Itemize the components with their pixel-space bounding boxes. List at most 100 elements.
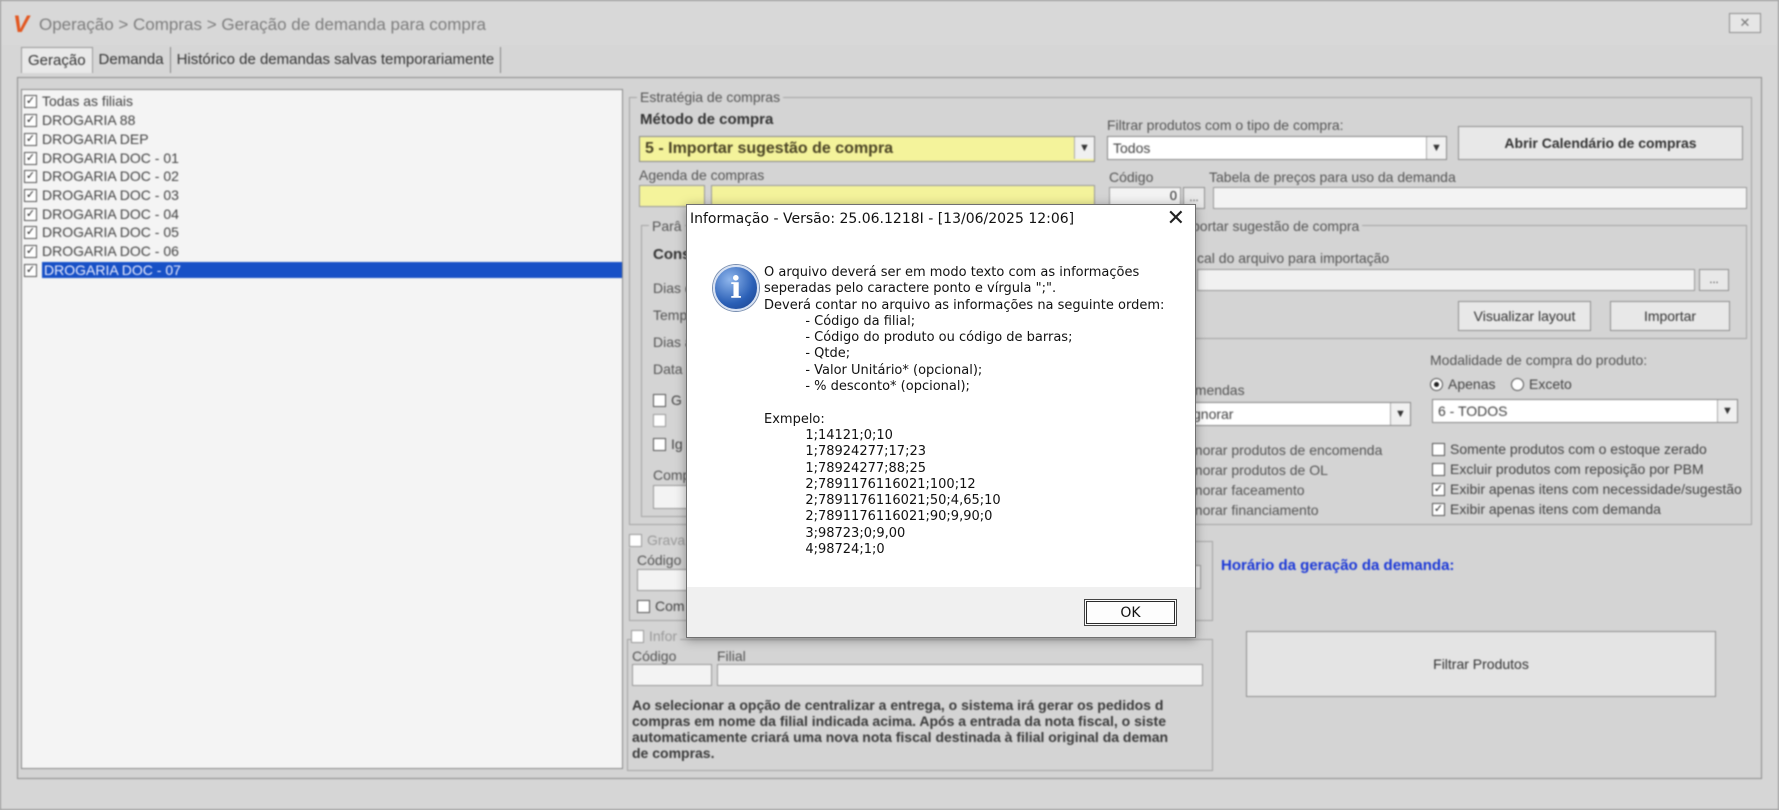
radio-icon[interactable] — [1511, 377, 1524, 391]
save-code-label: Código — [637, 552, 682, 568]
price-table-field[interactable] — [1213, 187, 1747, 209]
orders-check-label[interactable]: gnorar produtos de encomenda — [1187, 442, 1382, 458]
all-branches-checkbox[interactable]: ✓ Todas as filiais — [24, 92, 133, 110]
orders-check-label[interactable]: gnorar financiamento — [1187, 502, 1319, 518]
dialog-title-bar: Informação - Versão: 25.06.1218I - [13/0… — [687, 205, 1195, 235]
params-ig-label: Ig — [671, 436, 683, 452]
filter-label: Filtrar produtos com o tipo de compra: — [1107, 117, 1344, 133]
import-file-field[interactable] — [1197, 269, 1695, 291]
checkbox-icon[interactable]: ✓ — [24, 207, 37, 221]
chevron-down-icon[interactable]: ▼ — [1717, 400, 1737, 422]
checkbox-icon[interactable] — [1432, 442, 1445, 456]
branch-row[interactable]: ✓ DROGARIA DEP — [24, 130, 149, 148]
branch-row[interactable]: ✓ DROGARIA DOC - 03 — [24, 186, 179, 204]
modality-label: Modalidade de compra do produto: — [1430, 352, 1648, 368]
checkbox-icon[interactable]: ✓ — [24, 113, 37, 127]
method-select[interactable]: 5 - Importar sugestão de compra ▼ — [639, 136, 1095, 162]
modality-check[interactable]: Excluir produtos com reposição por PBM — [1432, 461, 1704, 477]
params-group-title: Parâ — [649, 218, 685, 234]
modality-apenas-label: Apenas — [1448, 376, 1496, 392]
central-code-field[interactable] — [632, 664, 712, 686]
params-cons-label: Cons — [653, 246, 691, 263]
branch-row[interactable]: ✓ DROGARIA DOC - 05 — [24, 223, 179, 241]
price-table-label: Tabela de preços para uso da demanda — [1209, 169, 1456, 185]
importar-button[interactable]: Importar — [1610, 301, 1730, 331]
open-calendar-button[interactable]: Abrir Calendário de compras — [1458, 126, 1743, 160]
orders-check-label[interactable]: gnorar faceamento — [1187, 482, 1305, 498]
params-c-checkbox[interactable] — [653, 414, 671, 427]
orders-select[interactable]: gnorar ▼ — [1187, 402, 1411, 426]
checkbox-icon[interactable] — [637, 599, 650, 613]
window-close-button[interactable]: ✕ — [1729, 13, 1761, 33]
import-file-browse-button[interactable]: ... — [1699, 269, 1729, 291]
modality-check-label: Excluir produtos com reposição por PBM — [1450, 461, 1704, 477]
checkbox-icon[interactable]: ✓ — [24, 188, 37, 202]
dialog-message: O arquivo deverá ser em modo texto com a… — [764, 265, 1165, 558]
modality-check[interactable]: ✓ Exibir apenas itens com necessidade/sug… — [1432, 481, 1742, 497]
modality-apenas-radio[interactable]: Apenas — [1430, 376, 1495, 392]
tab-geracao[interactable]: Geração — [21, 47, 93, 73]
save-com-checkbox[interactable]: Com — [637, 598, 685, 614]
info-dialog: Informação - Versão: 25.06.1218I - [13/0… — [686, 204, 1196, 638]
checkbox-icon[interactable]: ✓ — [24, 132, 37, 146]
checkbox-icon[interactable]: ✓ — [24, 244, 37, 258]
visualizar-layout-button[interactable]: Visualizar layout — [1458, 301, 1591, 331]
save-checkbox[interactable]: Grava — [629, 532, 689, 548]
branch-row[interactable]: ✓ DROGARIA DOC - 07 — [24, 261, 622, 279]
branch-label: DROGARIA 88 — [42, 112, 136, 128]
branch-label: DROGARIA DOC - 03 — [42, 187, 179, 203]
checkbox-icon[interactable]: ✓ — [24, 263, 37, 277]
branch-label: DROGARIA DOC - 04 — [42, 206, 179, 222]
tab-demanda[interactable]: Demanda — [93, 47, 171, 73]
radio-icon[interactable] — [1430, 377, 1443, 391]
strategy-group-title: Estratégia de compras — [637, 89, 784, 105]
checkbox-icon[interactable]: ✓ — [1432, 502, 1445, 516]
checkbox-icon[interactable] — [629, 533, 642, 547]
branch-row[interactable]: ✓ DROGARIA 88 — [24, 111, 135, 129]
save-com-label: Com — [655, 598, 685, 614]
chevron-down-icon[interactable]: ▼ — [1426, 137, 1446, 159]
params-temp-label: Temp — [653, 307, 688, 323]
checkbox-icon[interactable]: ✓ — [24, 151, 37, 165]
branch-row[interactable]: ✓ DROGARIA DOC - 01 — [24, 149, 179, 167]
central-checkbox[interactable]: Infor — [631, 628, 681, 644]
params-ig-checkbox[interactable]: Ig — [653, 436, 683, 452]
tab-historico[interactable]: Histórico de demandas salvas temporariam… — [171, 47, 502, 73]
ok-button[interactable]: OK — [1084, 599, 1177, 626]
modality-check-label: Somente produtos com o estoque zerado — [1450, 441, 1707, 457]
branch-row[interactable]: ✓ DROGARIA DOC - 02 — [24, 167, 179, 185]
dialog-footer: OK — [687, 587, 1195, 637]
modality-select[interactable]: 6 - TODOS ▼ — [1432, 399, 1738, 423]
modality-check[interactable]: Somente produtos com o estoque zerado — [1432, 441, 1707, 457]
chevron-down-icon[interactable]: ▼ — [1390, 403, 1410, 425]
filter-select[interactable]: Todos ▼ — [1107, 136, 1447, 160]
checkbox-icon[interactable]: ✓ — [24, 225, 37, 239]
params-g-checkbox[interactable]: G — [653, 392, 682, 408]
title-bar: V Operação > Compras > Geração de demand… — [1, 1, 1778, 45]
modality-exceto-radio[interactable]: Exceto — [1511, 376, 1572, 392]
branch-label: DROGARIA DOC - 01 — [42, 150, 179, 166]
checkbox-icon[interactable] — [631, 629, 644, 643]
branch-list: ✓ Todas as filiais ✓ DROGARIA 88 ✓ DROGARI… — [21, 89, 623, 769]
tab-bar: Geração Demanda Histórico de demandas sa… — [21, 47, 502, 73]
checkbox-icon[interactable] — [1432, 462, 1445, 476]
central-branch-field[interactable] — [717, 664, 1203, 686]
modality-check[interactable]: ✓ Exibir apenas itens com demanda — [1432, 501, 1661, 517]
branch-row[interactable]: ✓ DROGARIA DOC - 06 — [24, 242, 179, 260]
checkbox-icon[interactable] — [653, 393, 666, 407]
method-label: Método de compra — [640, 111, 774, 128]
filter-products-button[interactable]: Filtrar Produtos — [1246, 631, 1716, 697]
branch-row[interactable]: ✓ DROGARIA DOC - 04 — [24, 205, 179, 223]
checkbox-icon[interactable] — [653, 414, 666, 427]
dialog-close-icon[interactable]: ✕ — [1167, 208, 1185, 230]
checkbox-icon[interactable]: ✓ — [24, 94, 37, 108]
save-label: Grava — [647, 532, 686, 548]
chevron-down-icon[interactable]: ▼ — [1074, 137, 1094, 159]
app-logo-icon: V — [13, 11, 30, 38]
checkbox-icon[interactable]: ✓ — [1432, 482, 1445, 496]
dialog-title: Informação - Versão: 25.06.1218I - [13/0… — [690, 211, 1075, 227]
checkbox-icon[interactable] — [653, 437, 666, 451]
import-file-label: cal do arquivo para importação — [1197, 250, 1390, 266]
orders-check-label[interactable]: gnorar produtos de OL — [1187, 462, 1328, 478]
checkbox-icon[interactable]: ✓ — [24, 169, 37, 183]
